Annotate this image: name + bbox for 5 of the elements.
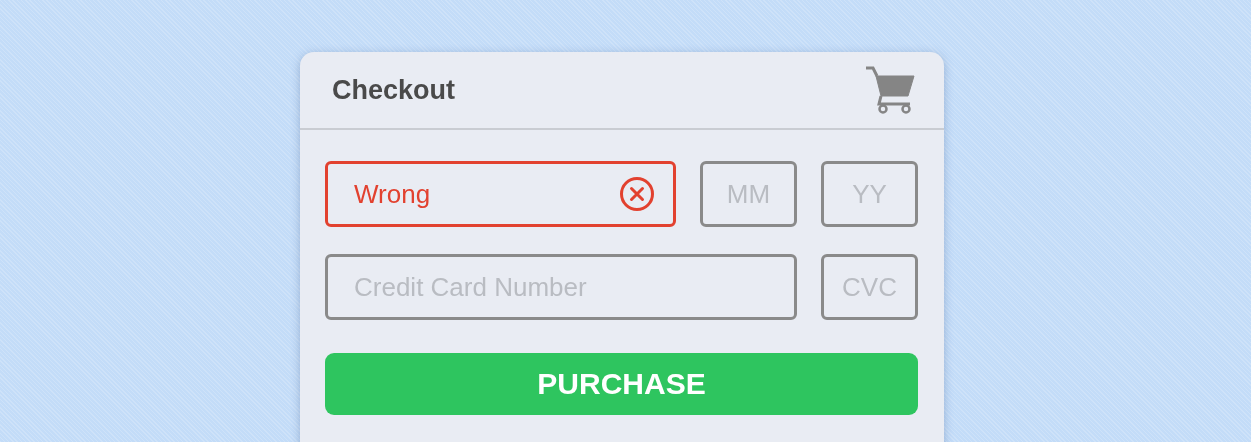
- input-field[interactable]: Wrong: [325, 161, 676, 227]
- purchase-button[interactable]: PURCHASE: [325, 353, 918, 415]
- checkout-title: Checkout: [332, 74, 456, 106]
- clear-icon[interactable]: [619, 176, 655, 212]
- cart-icon: [864, 64, 916, 116]
